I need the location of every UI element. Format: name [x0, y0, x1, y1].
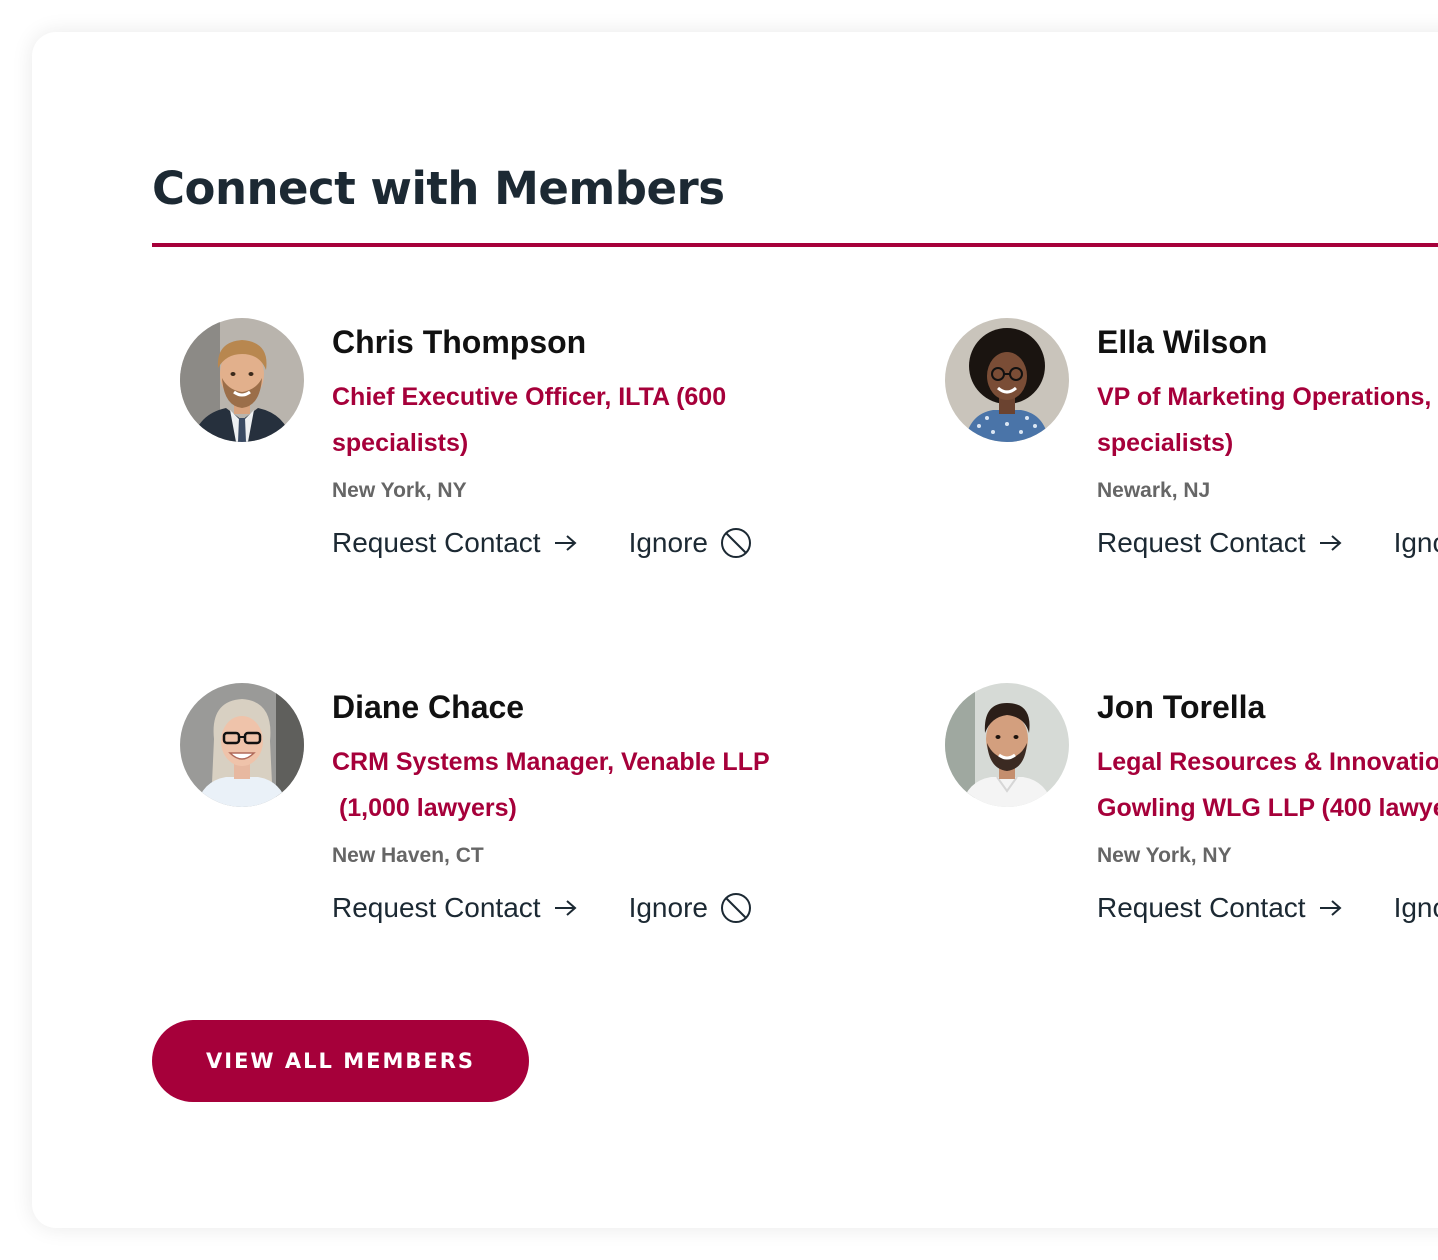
ignore-label: Ignore	[628, 527, 708, 558]
avatar	[945, 318, 1069, 442]
request-contact-link[interactable]: Request Contact	[1097, 894, 1344, 922]
ignore-label: Ignore	[1393, 892, 1438, 923]
section-title: Connect with Members	[152, 162, 725, 215]
member-name: Jon Torella	[1097, 689, 1266, 725]
members-card: Connect with Members Chris Thompson Chie…	[32, 32, 1438, 1228]
ban-icon	[720, 528, 751, 558]
request-contact-label: Request Contact	[1097, 892, 1306, 923]
arrow-right-icon	[554, 535, 577, 551]
member-actions: Request Contact Ignore	[1097, 892, 1438, 924]
member-info: Diane Chace CRM Systems Manager, Venable…	[332, 683, 792, 924]
member-location: Newark, NJ	[1097, 479, 1211, 502]
arrow-right-icon	[1319, 900, 1342, 916]
ignore-label: Ignore	[1393, 527, 1438, 558]
member-actions: Request Contact Ignore	[1097, 527, 1438, 559]
member-actions: Request Contact Ignore	[332, 527, 792, 559]
member-location: New York, NY	[1097, 844, 1232, 867]
avatar	[180, 683, 304, 807]
request-contact-link[interactable]: Request Contact	[1097, 529, 1344, 557]
request-contact-link[interactable]: Request Contact	[332, 894, 579, 922]
member-name: Diane Chace	[332, 689, 525, 725]
ignore-label: Ignore	[628, 892, 708, 923]
ban-icon	[720, 893, 751, 923]
member-name: Chris Thompson	[332, 324, 587, 360]
member-role: Legal Resources & Innovation, Gowling WL…	[1097, 748, 1438, 822]
member-actions: Request Contact Ignore	[332, 892, 792, 924]
member-location: New Haven, CT	[332, 844, 484, 867]
view-all-members-button[interactable]: VIEW ALL MEMBERS	[152, 1020, 529, 1102]
title-divider	[152, 243, 1438, 247]
arrow-right-icon	[554, 900, 577, 916]
request-contact-link[interactable]: Request Contact	[332, 529, 579, 557]
ignore-link[interactable]: Ignore	[1394, 892, 1438, 924]
avatar	[945, 683, 1069, 807]
ignore-link[interactable]: Ignore	[1394, 527, 1438, 559]
member-location: New York, NY	[332, 479, 467, 502]
ignore-link[interactable]: Ignore	[629, 527, 752, 559]
member-name: Ella Wilson	[1097, 324, 1268, 360]
ignore-link[interactable]: Ignore	[629, 892, 752, 924]
request-contact-label: Request Contact	[1097, 527, 1306, 558]
arrow-right-icon	[1319, 535, 1342, 551]
member-role: CRM Systems Manager, Venable LLP (1,000 …	[332, 748, 770, 822]
member-role: Chief Executive Officer, ILTA (600 speci…	[332, 383, 734, 457]
avatar	[180, 318, 304, 442]
member-info: Jon Torella Legal Resources & Innovation…	[1097, 683, 1438, 924]
request-contact-label: Request Contact	[332, 892, 541, 923]
request-contact-label: Request Contact	[332, 527, 541, 558]
member-info: Chris Thompson Chief Executive Officer, …	[332, 318, 792, 559]
member-info: Ella Wilson VP of Marketing Operations, …	[1097, 318, 1438, 559]
member-role: VP of Marketing Operations, (800 special…	[1097, 383, 1432, 457]
